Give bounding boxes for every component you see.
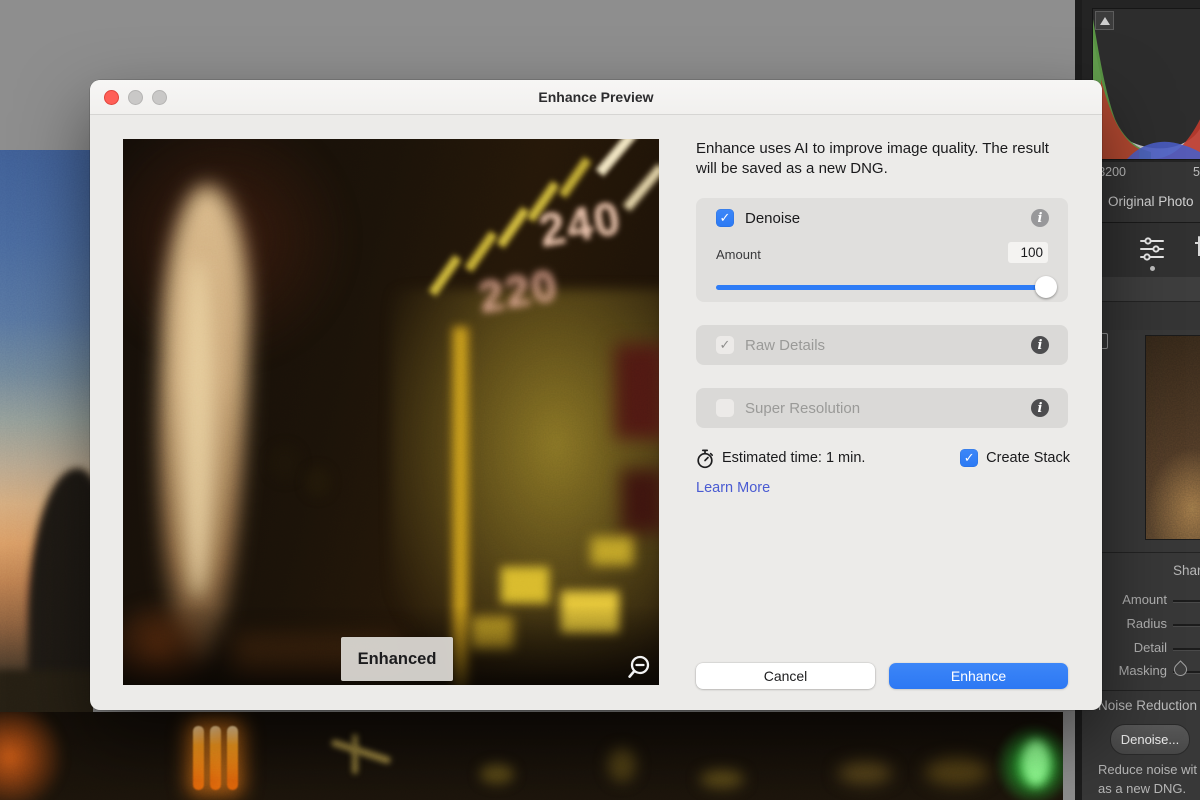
green-light-core xyxy=(1022,740,1050,786)
clipping-triangle-icon xyxy=(1100,17,1110,25)
denoise-label: Denoise xyxy=(745,210,800,227)
dim-light xyxy=(925,758,989,786)
bright-streak xyxy=(596,139,642,176)
enhance-preview-image[interactable]: 240 220 Enhanced xyxy=(123,139,659,685)
amount-value-field[interactable]: 100 xyxy=(1008,242,1048,263)
bright-streak xyxy=(623,164,659,211)
red-blob xyxy=(621,469,659,533)
tick-streak xyxy=(465,231,498,272)
zoom-out-icon[interactable] xyxy=(627,654,655,682)
masking-slider-thumb[interactable] xyxy=(1171,660,1189,678)
checkbox-super-resolution xyxy=(716,399,734,417)
checkbox-raw-details: ✓ xyxy=(716,336,734,354)
super-resolution-label: Super Resolution xyxy=(745,400,860,417)
photo-highlight-core xyxy=(181,259,215,599)
shadow-clipping-button[interactable] xyxy=(1095,11,1114,30)
detail-preview-thumbnail[interactable] xyxy=(1145,335,1200,540)
enhanced-toggle-badge[interactable]: Enhanced xyxy=(341,637,453,681)
dialog-controls-column: Enhance uses AI to improve image quality… xyxy=(696,80,1070,710)
estimate-row: Estimated time: 1 min. ✓ Create Stack xyxy=(696,449,1070,469)
amount-slider[interactable] xyxy=(716,276,1048,298)
checkbox-create-stack[interactable]: ✓ xyxy=(960,449,978,467)
denoise-card: ✓ Denoise i Amount 100 xyxy=(696,198,1068,302)
raw-details-label: Raw Details xyxy=(745,337,825,354)
yellow-patch xyxy=(591,537,633,565)
adjust-sliders-icon[interactable] xyxy=(1139,236,1165,262)
dashboard-light-bar xyxy=(210,726,221,790)
foreground-shadow xyxy=(0,670,93,712)
original-photo-row[interactable]: Original Photo xyxy=(1088,191,1200,211)
focal-length-value: 50 xyxy=(1193,165,1200,179)
info-icon[interactable]: i xyxy=(1031,209,1049,227)
denoise-panel-button[interactable]: Denoise... xyxy=(1110,724,1190,755)
raw-details-row: ✓ Raw Details i xyxy=(696,325,1068,365)
exif-info-row: O 3200 50 xyxy=(1085,165,1200,183)
slider-track[interactable] xyxy=(1173,624,1200,627)
slider-track[interactable] xyxy=(1173,648,1200,651)
create-stack-group[interactable]: ✓ Create Stack xyxy=(960,449,1070,467)
slider-track-filled[interactable] xyxy=(716,285,1048,290)
dim-light xyxy=(480,764,514,784)
histogram[interactable] xyxy=(1092,8,1200,160)
stopwatch-icon xyxy=(696,449,715,469)
dashboard-light-bar xyxy=(193,726,204,790)
sharpening-header: Shar xyxy=(1173,563,1200,578)
dim-light xyxy=(330,739,391,765)
yellow-patch xyxy=(501,567,549,603)
slider-track[interactable] xyxy=(1173,600,1200,603)
dark-blob xyxy=(305,467,331,497)
create-stack-label: Create Stack xyxy=(986,450,1070,466)
cancel-button[interactable]: Cancel xyxy=(696,663,875,689)
slider-thumb[interactable] xyxy=(1035,276,1057,298)
histogram-curves xyxy=(1093,9,1200,159)
noise-reduction-header: Noise Reduction xyxy=(1098,698,1197,713)
info-icon[interactable]: i xyxy=(1031,399,1049,417)
background-photo-left xyxy=(0,150,93,712)
dim-light xyxy=(608,748,636,782)
noise-reduction-section: Noise Reduction Denoise... Reduce noise … xyxy=(1082,690,1200,800)
enhance-preview-dialog: Enhance Preview 240 220 xyxy=(90,80,1102,710)
dialog-description: Enhance uses AI to improve image quality… xyxy=(696,139,1070,178)
dim-light xyxy=(838,762,892,784)
active-tool-dot xyxy=(1150,266,1155,271)
original-photo-label: Original Photo xyxy=(1108,194,1194,209)
dim-light xyxy=(700,770,744,788)
background-photo-bottom xyxy=(0,712,1063,800)
checkbox-denoise[interactable]: ✓ xyxy=(716,209,734,227)
learn-more-link[interactable]: Learn More xyxy=(696,480,770,496)
tick-streak xyxy=(559,157,592,198)
super-resolution-row: Super Resolution i xyxy=(696,388,1068,428)
dim-light xyxy=(352,734,358,774)
estimated-time-text: Estimated time: 1 min. xyxy=(722,450,865,466)
dashboard-light-bar xyxy=(227,726,238,790)
noise-reduction-hint-line2: as a new DNG. xyxy=(1098,781,1186,796)
enhance-button[interactable]: Enhance xyxy=(889,663,1068,689)
info-icon[interactable]: i xyxy=(1031,336,1049,354)
dark-blob xyxy=(269,445,301,481)
amount-label: Amount xyxy=(716,247,761,262)
crop-tool-icon[interactable] xyxy=(1195,235,1200,263)
red-blob xyxy=(615,344,659,439)
tick-streak xyxy=(497,207,530,248)
orange-glow xyxy=(0,712,65,800)
noise-reduction-hint-line1: Reduce noise wit xyxy=(1098,762,1197,777)
screen: O 3200 50 Original Photo xyxy=(0,0,1200,800)
